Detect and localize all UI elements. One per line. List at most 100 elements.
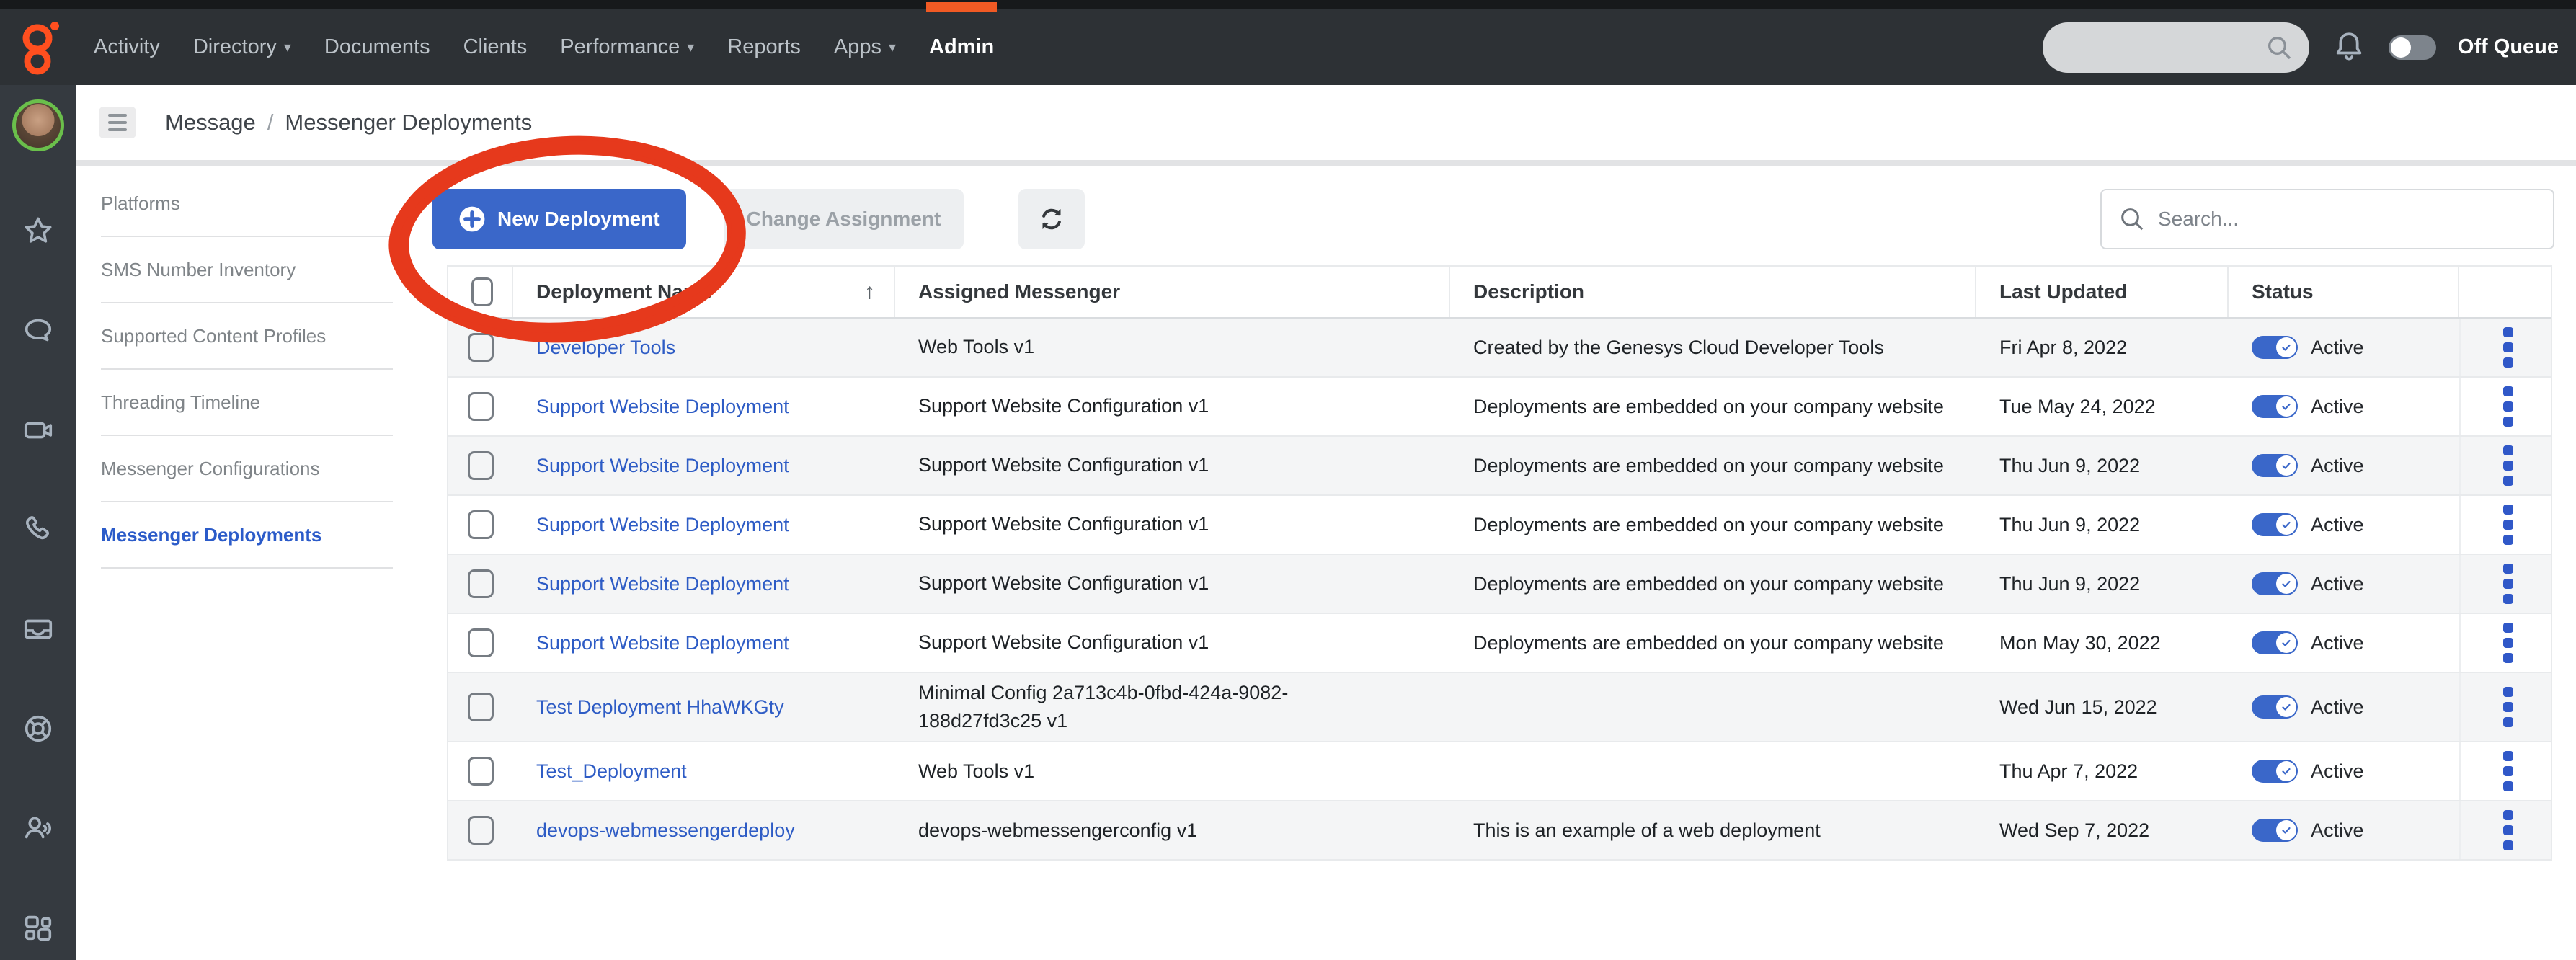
change-assignment-button[interactable]: Change Assignment (724, 189, 964, 249)
left-icon-rail (0, 85, 76, 960)
genesys-cloud-admin-window: Activity Directory▾ Documents Clients Pe… (0, 0, 2576, 960)
select-all-cell (448, 267, 513, 317)
sidebar-item-messenger-configurations[interactable]: Messenger Configurations (101, 436, 393, 502)
status-toggle[interactable] (2252, 631, 2298, 654)
sort-ascending-icon[interactable]: ↑ (864, 280, 875, 304)
video-camera-icon[interactable] (22, 414, 55, 447)
menu-hamburger-button[interactable] (99, 107, 136, 138)
deployment-name-link[interactable]: Support Website Deployment (536, 573, 789, 595)
row-checkbox[interactable] (468, 333, 494, 362)
phone-icon[interactable] (22, 513, 55, 546)
column-header-actions (2459, 267, 2551, 317)
sidebar-item-sms-number-inventory[interactable]: SMS Number Inventory (101, 237, 393, 303)
row-menu-kebab-icon[interactable] (2503, 623, 2513, 663)
column-header-description[interactable]: Description (1450, 267, 1976, 317)
primary-nav-menu: Activity Directory▾ Documents Clients Pe… (94, 35, 994, 59)
nav-item-performance[interactable]: Performance▾ (560, 35, 694, 59)
toggle-knob-check-icon (2276, 515, 2296, 535)
row-menu-kebab-icon[interactable] (2503, 327, 2513, 368)
status-toggle[interactable] (2252, 395, 2298, 418)
last-updated-value: Fri Apr 8, 2022 (1976, 319, 2229, 376)
breadcrumb-section[interactable]: Message (165, 110, 256, 135)
table-row: Support Website Deployment Support Websi… (448, 437, 2551, 496)
agent-speaking-icon[interactable] (22, 812, 55, 845)
column-header-deployment-name[interactable]: Deployment Name ↑ (513, 267, 895, 317)
nav-item-reports[interactable]: Reports (727, 35, 801, 59)
row-checkbox[interactable] (468, 628, 494, 657)
description-value (1450, 673, 1976, 741)
row-menu-kebab-icon[interactable] (2503, 505, 2513, 545)
active-tab-indicator (926, 2, 997, 12)
sidebar-item-platforms[interactable]: Platforms (101, 171, 393, 237)
row-menu-kebab-icon[interactable] (2503, 751, 2513, 791)
deployment-name-link[interactable]: Support Website Deployment (536, 455, 789, 477)
new-deployment-button[interactable]: New Deployment (432, 189, 686, 249)
status-toggle[interactable] (2252, 513, 2298, 536)
nav-item-admin[interactable]: Admin (929, 35, 994, 59)
row-menu-kebab-icon[interactable] (2503, 687, 2513, 727)
row-checkbox[interactable] (468, 451, 494, 480)
status-badge: Active (2311, 632, 2364, 654)
status-badge: Active (2311, 514, 2364, 536)
plus-circle-icon (458, 205, 486, 233)
queue-status-toggle[interactable] (2389, 35, 2436, 60)
nav-item-clients[interactable]: Clients (463, 35, 528, 59)
column-header-last-updated[interactable]: Last Updated (1976, 267, 2229, 317)
nav-item-activity[interactable]: Activity (94, 35, 160, 59)
status-toggle[interactable] (2252, 454, 2298, 477)
last-updated-value: Thu Jun 9, 2022 (1976, 555, 2229, 613)
notifications-bell-icon[interactable] (2331, 28, 2367, 67)
last-updated-value: Wed Sep 7, 2022 (1976, 801, 2229, 859)
last-updated-value: Thu Jun 9, 2022 (1976, 437, 2229, 494)
toggle-knob-check-icon (2276, 761, 2296, 781)
breadcrumb-page: Messenger Deployments (285, 110, 532, 135)
deployment-name-link[interactable]: Support Website Deployment (536, 396, 789, 418)
status-toggle[interactable] (2252, 819, 2298, 842)
column-header-assigned-messenger[interactable]: Assigned Messenger (895, 267, 1450, 317)
deployment-name-link[interactable]: devops-webmessengerdeploy (536, 819, 795, 842)
row-checkbox[interactable] (468, 693, 494, 721)
inbox-tray-icon[interactable] (22, 613, 55, 646)
top-navigation-bar: Activity Directory▾ Documents Clients Pe… (0, 0, 2576, 85)
row-menu-kebab-icon[interactable] (2503, 810, 2513, 850)
column-header-status[interactable]: Status (2229, 267, 2459, 317)
row-checkbox[interactable] (468, 569, 494, 598)
row-menu-kebab-icon[interactable] (2503, 445, 2513, 486)
chat-bubble-icon[interactable] (22, 314, 55, 347)
table-row: Support Website Deployment Support Websi… (448, 378, 2551, 437)
deployment-name-link[interactable]: Developer Tools (536, 337, 675, 359)
status-toggle[interactable] (2252, 572, 2298, 595)
last-updated-value: Thu Apr 7, 2022 (1976, 742, 2229, 800)
sidebar-item-threading-timeline[interactable]: Threading Timeline (101, 370, 393, 436)
sidebar-item-supported-content-profiles[interactable]: Supported Content Profiles (101, 303, 393, 370)
sidebar-item-messenger-deployments[interactable]: Messenger Deployments (101, 502, 393, 569)
user-avatar[interactable] (12, 99, 64, 151)
nav-item-documents[interactable]: Documents (324, 35, 430, 59)
help-life-ring-icon[interactable] (22, 712, 55, 745)
status-toggle[interactable] (2252, 695, 2298, 719)
deployments-search-input[interactable] (2100, 189, 2554, 249)
status-badge: Active (2311, 396, 2364, 418)
deployment-name-link[interactable]: Test Deployment HhaWKGty (536, 696, 784, 719)
toggle-knob-check-icon (2276, 697, 2296, 717)
nav-item-directory[interactable]: Directory▾ (193, 35, 291, 59)
row-menu-kebab-icon[interactable] (2503, 386, 2513, 427)
status-toggle[interactable] (2252, 336, 2298, 359)
row-menu-kebab-icon[interactable] (2503, 564, 2513, 604)
genesys-logo-icon[interactable] (22, 20, 61, 75)
nav-item-apps[interactable]: Apps▾ (834, 35, 896, 59)
select-all-checkbox[interactable] (471, 277, 493, 306)
refresh-button[interactable] (1018, 189, 1085, 249)
row-checkbox[interactable] (468, 510, 494, 539)
row-checkbox[interactable] (468, 816, 494, 845)
deployment-name-link[interactable]: Support Website Deployment (536, 514, 789, 536)
favorites-star-icon[interactable] (22, 215, 55, 248)
row-checkbox[interactable] (468, 757, 494, 786)
row-checkbox[interactable] (468, 392, 494, 421)
deployment-name-link[interactable]: Test_Deployment (536, 760, 687, 783)
deployment-name-link[interactable]: Support Website Deployment (536, 632, 789, 654)
toggle-knob-check-icon (2276, 396, 2296, 417)
apps-grid-icon[interactable] (22, 911, 55, 944)
breadcrumb-separator: / (267, 110, 274, 135)
status-toggle[interactable] (2252, 760, 2298, 783)
